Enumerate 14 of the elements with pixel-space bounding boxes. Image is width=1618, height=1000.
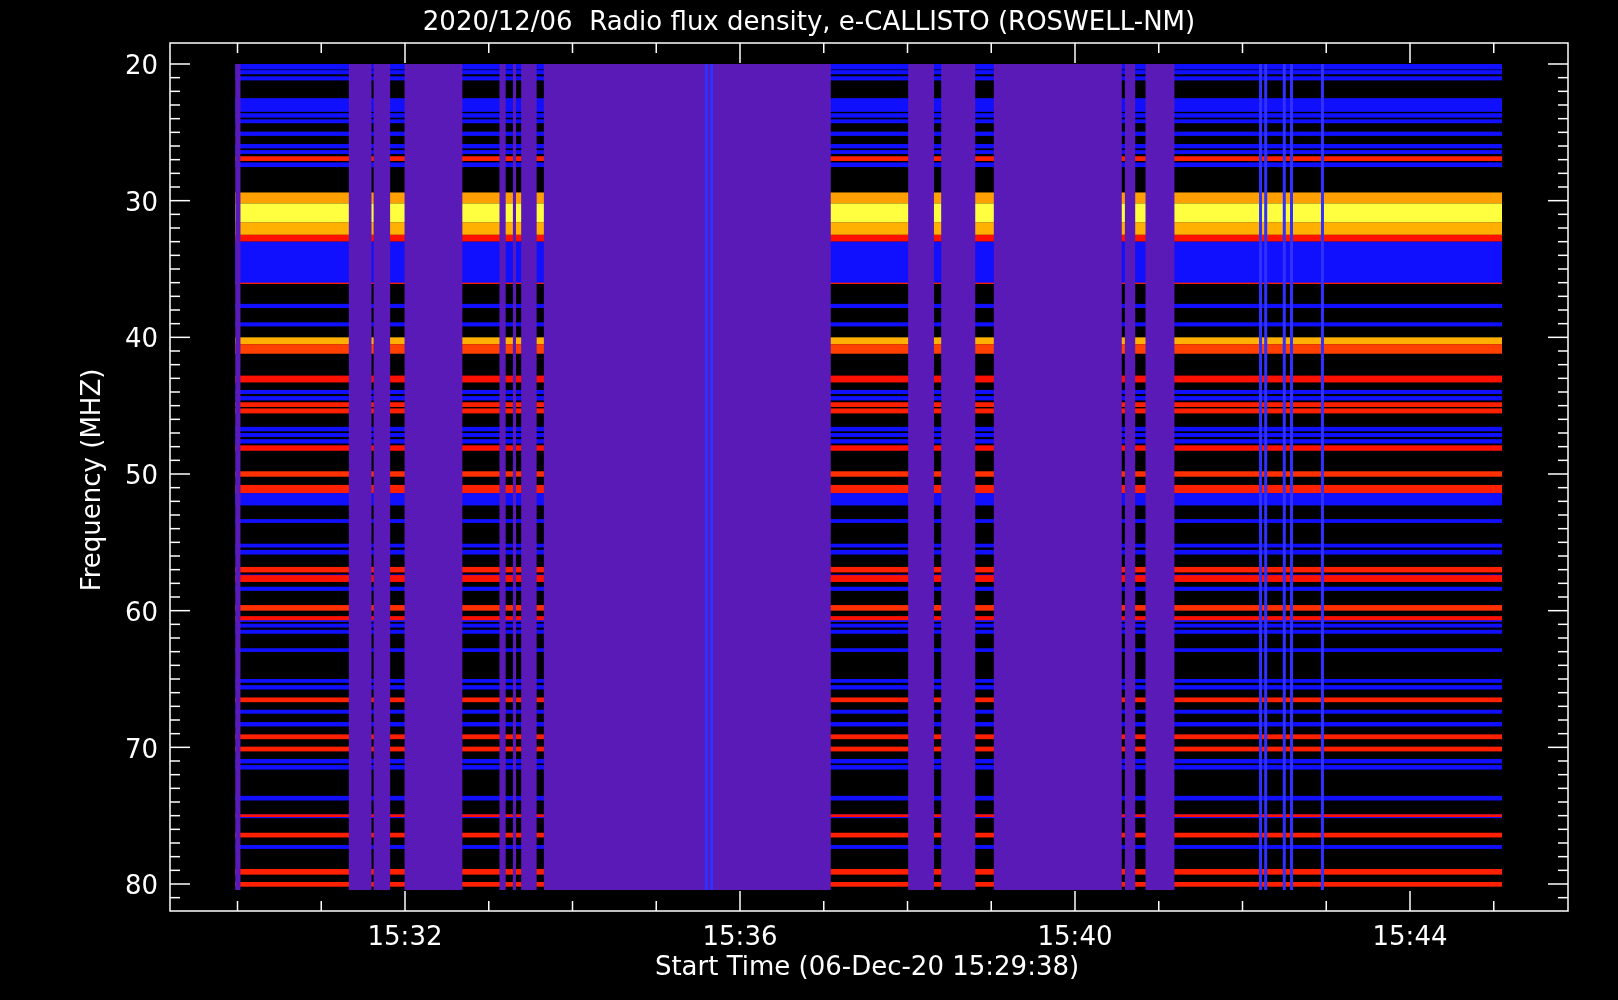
tick-label: 15:44 bbox=[1372, 921, 1448, 951]
tick-label: 15:36 bbox=[702, 921, 778, 951]
tick-label: 60 bbox=[124, 596, 158, 627]
chart-title: 2020/12/06 Radio flux density, e-CALLISTO (ROSWELL-NM) bbox=[422, 6, 1196, 36]
tick-label: 80 bbox=[124, 870, 158, 901]
tick-label: 50 bbox=[124, 460, 158, 491]
tick-label: 15:32 bbox=[367, 921, 443, 951]
tick-label: 20 bbox=[124, 50, 158, 80]
tick-label: 15:40 bbox=[1037, 921, 1113, 951]
tick-label: 30 bbox=[124, 186, 158, 217]
axis-label: Frequency (MHZ) bbox=[76, 368, 106, 592]
tick-label: 70 bbox=[124, 733, 158, 764]
tick-label: 40 bbox=[124, 323, 158, 354]
axis-label: Start Time (06-Dec-20 15:29:38) bbox=[654, 951, 1080, 981]
